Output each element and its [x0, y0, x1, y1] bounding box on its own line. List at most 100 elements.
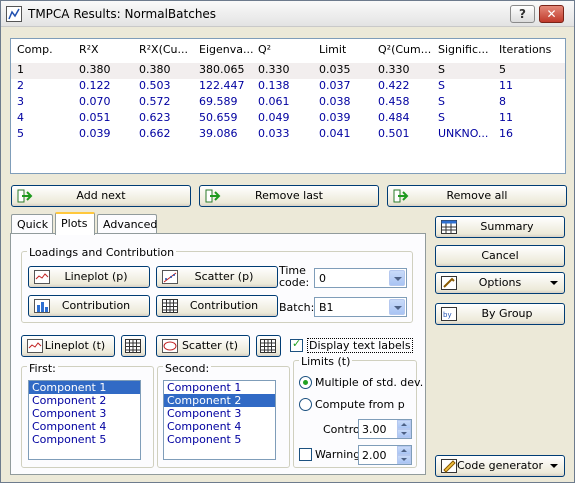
- chevron-down-icon[interactable]: [389, 270, 405, 286]
- lineplot-t-button[interactable]: Lineplot (t): [21, 335, 115, 357]
- ellipse-scatter-icon: [162, 339, 178, 353]
- col-header[interactable]: Comp.: [17, 43, 53, 56]
- table-cell: 0.422: [378, 79, 410, 92]
- results-window: TMPCA Results: NormalBatches ? ✕ Comp. R…: [0, 0, 575, 483]
- col-header[interactable]: Iterations: [499, 43, 551, 56]
- warning-spinner[interactable]: 2.00: [358, 445, 412, 465]
- table-cell: 0.380: [139, 63, 171, 76]
- table-row[interactable]: 4 0.051 0.623 50.659 0.049 0.039 0.484 S 11: [11, 111, 565, 127]
- remove-all-button[interactable]: Remove all: [387, 185, 567, 207]
- table-cell: 0.662: [139, 127, 171, 140]
- tab-quick[interactable]: Quick: [11, 214, 53, 235]
- code-generator-button[interactable]: Code generator: [435, 455, 565, 477]
- list-item[interactable]: Component 1: [29, 381, 140, 394]
- control-label: Control: [323, 423, 363, 436]
- multiple-std-radio[interactable]: [299, 376, 312, 389]
- batch-select[interactable]: B1: [314, 297, 407, 317]
- lineplot-t-table-button[interactable]: [121, 335, 146, 357]
- compute-from-p-label[interactable]: Compute from p: [315, 398, 405, 411]
- options-label: Options: [478, 276, 522, 289]
- summary-button[interactable]: Summary: [435, 216, 565, 238]
- options-button[interactable]: Options: [435, 272, 565, 294]
- chevron-down-icon: [550, 281, 558, 285]
- list-item[interactable]: Component 4: [29, 420, 140, 433]
- display-text-labels-checkbox[interactable]: [290, 337, 303, 352]
- tab-advanced[interactable]: Advanced: [97, 214, 157, 235]
- spin-down-icon[interactable]: [397, 455, 411, 464]
- contribution-chart-button[interactable]: Contribution: [28, 295, 150, 317]
- control-spinner[interactable]: 3.00: [358, 419, 412, 439]
- batch-value: B1: [319, 301, 334, 314]
- list-item[interactable]: Component 5: [164, 433, 275, 446]
- table-cell: 0.330: [258, 63, 290, 76]
- list-item[interactable]: Component 3: [164, 407, 275, 420]
- scatter-t-button[interactable]: Scatter (t): [156, 335, 250, 357]
- lineplot-icon: [27, 339, 43, 353]
- plots-panel: Loadings and Contribution Lineplot (p) S…: [10, 233, 426, 475]
- list-item[interactable]: Component 4: [164, 420, 275, 433]
- col-header[interactable]: Q²: [258, 43, 271, 56]
- spin-up-icon[interactable]: [397, 446, 411, 455]
- table-cell: 5: [499, 63, 506, 76]
- table-cell: 0.623: [139, 111, 171, 124]
- multiple-std-label[interactable]: Multiple of std. dev.: [315, 376, 423, 389]
- table-cell: 0.035: [319, 63, 351, 76]
- table-row[interactable]: 5 0.039 0.662 39.086 0.033 0.041 0.501 UNKNO...…: [11, 127, 565, 143]
- table-cell: 69.589: [199, 95, 238, 108]
- col-header[interactable]: Q²(Cum...: [378, 43, 431, 56]
- second-label: Second:: [163, 362, 212, 375]
- lineplot-p-button[interactable]: Lineplot (p): [28, 266, 150, 288]
- list-item[interactable]: Component 2: [29, 394, 140, 407]
- warning-label[interactable]: Warning: [315, 448, 360, 461]
- table-row[interactable]: 2 0.122 0.503 122.447 0.138 0.037 0.422 S 11: [11, 79, 565, 95]
- list-item[interactable]: Component 1: [164, 381, 275, 394]
- help-button[interactable]: ?: [510, 5, 535, 23]
- tab-plots[interactable]: Plots: [55, 212, 95, 235]
- contribution-chart-label: Contribution: [61, 299, 131, 312]
- add-next-label: Add next: [76, 189, 126, 202]
- table-row[interactable]: 3 0.070 0.572 69.589 0.061 0.038 0.458 S 8: [11, 95, 565, 111]
- results-grid[interactable]: Comp. R²X R²X(Cu... Eigenva... Q² Limit …: [10, 38, 566, 174]
- table-cell: 5: [17, 127, 24, 140]
- list-item[interactable]: Component 3: [29, 407, 140, 420]
- time-code-select[interactable]: 0: [314, 268, 407, 288]
- cancel-button[interactable]: Cancel: [435, 245, 565, 267]
- second-component-list[interactable]: Component 1 Component 2 Component 3 Compone…: [163, 380, 276, 460]
- remove-last-button[interactable]: Remove last: [199, 185, 379, 207]
- first-component-list[interactable]: Component 1 Component 2 Component 3 Compone…: [28, 380, 141, 460]
- add-next-button[interactable]: Add next: [11, 185, 191, 207]
- list-item[interactable]: Component 5: [29, 433, 140, 446]
- scatter-t-table-button[interactable]: [256, 335, 281, 357]
- close-button[interactable]: ✕: [539, 5, 564, 23]
- scatter-p-button[interactable]: Scatter (p): [156, 266, 278, 288]
- display-text-labels-label[interactable]: Display text labels: [307, 338, 413, 353]
- table-cell: 0.041: [319, 127, 351, 140]
- code-generator-label: Code generator: [457, 459, 543, 472]
- contribution-table-button[interactable]: Contribution: [156, 295, 278, 317]
- warning-checkbox[interactable]: [299, 448, 312, 461]
- col-header[interactable]: R²X: [79, 43, 99, 56]
- col-header[interactable]: Eigenva...: [199, 43, 253, 56]
- by-group-button[interactable]: by By Group: [435, 303, 565, 325]
- spin-up-icon[interactable]: [397, 420, 411, 429]
- table-icon: [125, 339, 141, 353]
- bar-chart-icon: [34, 299, 50, 313]
- table-cell: 0.070: [79, 95, 111, 108]
- col-header[interactable]: Signific...: [438, 43, 489, 56]
- col-header[interactable]: R²X(Cu...: [139, 43, 188, 56]
- chevron-down-icon[interactable]: [389, 299, 405, 315]
- table-cell: 0.330: [378, 63, 410, 76]
- col-header[interactable]: Limit: [319, 43, 346, 56]
- table-cell: 16: [499, 127, 513, 140]
- compute-from-p-radio[interactable]: [299, 398, 312, 411]
- window-title: TMPCA Results: NormalBatches: [28, 7, 217, 21]
- first-label: First:: [27, 362, 58, 375]
- chevron-down-icon: [550, 464, 558, 468]
- table-row[interactable]: 1 0.380 0.380 380.065 0.330 0.035 0.330 S 5: [11, 63, 565, 79]
- scatter-icon: [162, 270, 178, 284]
- list-item[interactable]: Component 2: [164, 394, 275, 407]
- table-cell: S: [438, 95, 445, 108]
- table-cell: 0.033: [258, 127, 290, 140]
- spin-down-icon[interactable]: [397, 429, 411, 438]
- table-cell: 0.039: [79, 127, 111, 140]
